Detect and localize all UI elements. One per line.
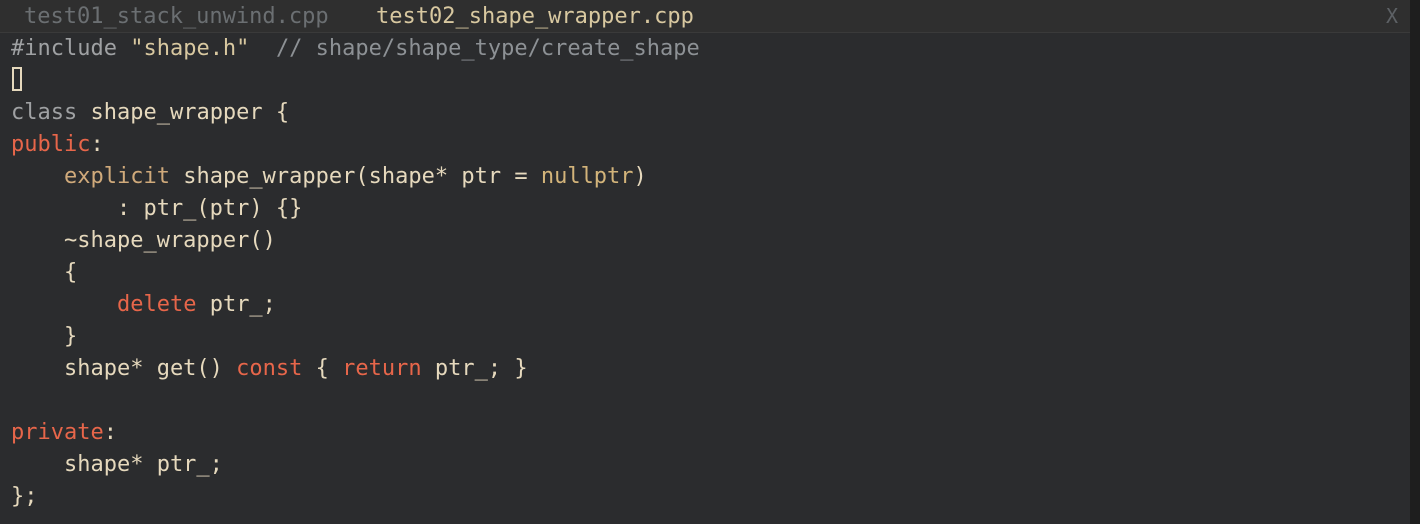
const-keyword: const	[236, 356, 303, 381]
close-tab-button[interactable]: X	[1386, 0, 1398, 32]
tab-bar: test01_stack_unwind.cpp test02_shape_wra…	[0, 0, 1410, 33]
class-keyword: class	[11, 100, 78, 125]
explicit-keyword: explicit	[63, 164, 170, 189]
editor-window: test01_stack_unwind.cpp test02_shape_wra…	[0, 0, 1410, 524]
delete-operand: ptr_;	[196, 292, 276, 317]
public-colon: :	[90, 132, 104, 157]
code-line-9: delete ptr_;	[11, 289, 1406, 321]
code-line-14: shape* ptr_;	[11, 452, 223, 477]
delete-keyword: delete	[116, 292, 197, 317]
class-declaration: shape_wrapper {	[90, 100, 290, 125]
include-comment: // shape/shape_type/create_shape	[275, 36, 700, 61]
getter-signature: shape* get()	[11, 356, 237, 381]
return-keyword: return	[342, 356, 422, 381]
code-line-11: shape* get() const { return ptr_; }	[11, 353, 1406, 385]
private-colon: :	[103, 420, 117, 445]
code-line-4: public:	[11, 129, 1406, 161]
getter-brace: {	[302, 356, 343, 381]
include-path-string: "shape.h"	[130, 36, 250, 61]
code-line-13: private:	[11, 417, 1406, 449]
code-editor[interactable]: #include "shape.h" // shape/shape_type/c…	[11, 33, 1406, 524]
code-line-1: #include "shape.h" // shape/shape_type/c…	[11, 33, 1406, 65]
code-line-5: explicit shape_wrapper(shape* ptr = null…	[11, 161, 1406, 193]
tab-test02-shape-wrapper[interactable]: test02_shape_wrapper.cpp	[376, 0, 694, 32]
code-line-6: : ptr_(ptr) {}	[11, 196, 303, 221]
code-line-7: ~shape_wrapper()	[11, 228, 276, 253]
public-keyword: public	[11, 132, 91, 157]
constructor-close-paren: )	[633, 164, 647, 189]
code-line-3: class shape_wrapper {	[11, 97, 1406, 129]
code-line-2	[11, 65, 1406, 97]
private-keyword: private	[11, 420, 104, 445]
tab-test01-stack-unwind[interactable]: test01_stack_unwind.cpp	[24, 0, 329, 32]
constructor-signature: shape_wrapper(shape* ptr =	[183, 164, 541, 189]
getter-end: ptr_; }	[421, 356, 528, 381]
nullptr-literal: nullptr	[540, 164, 634, 189]
code-line-15: };	[11, 484, 38, 509]
include-directive: #include	[11, 36, 117, 61]
code-line-10: }	[11, 324, 78, 349]
text-cursor	[12, 67, 22, 91]
window-edge	[1410, 0, 1420, 524]
code-line-8: {	[11, 260, 78, 285]
